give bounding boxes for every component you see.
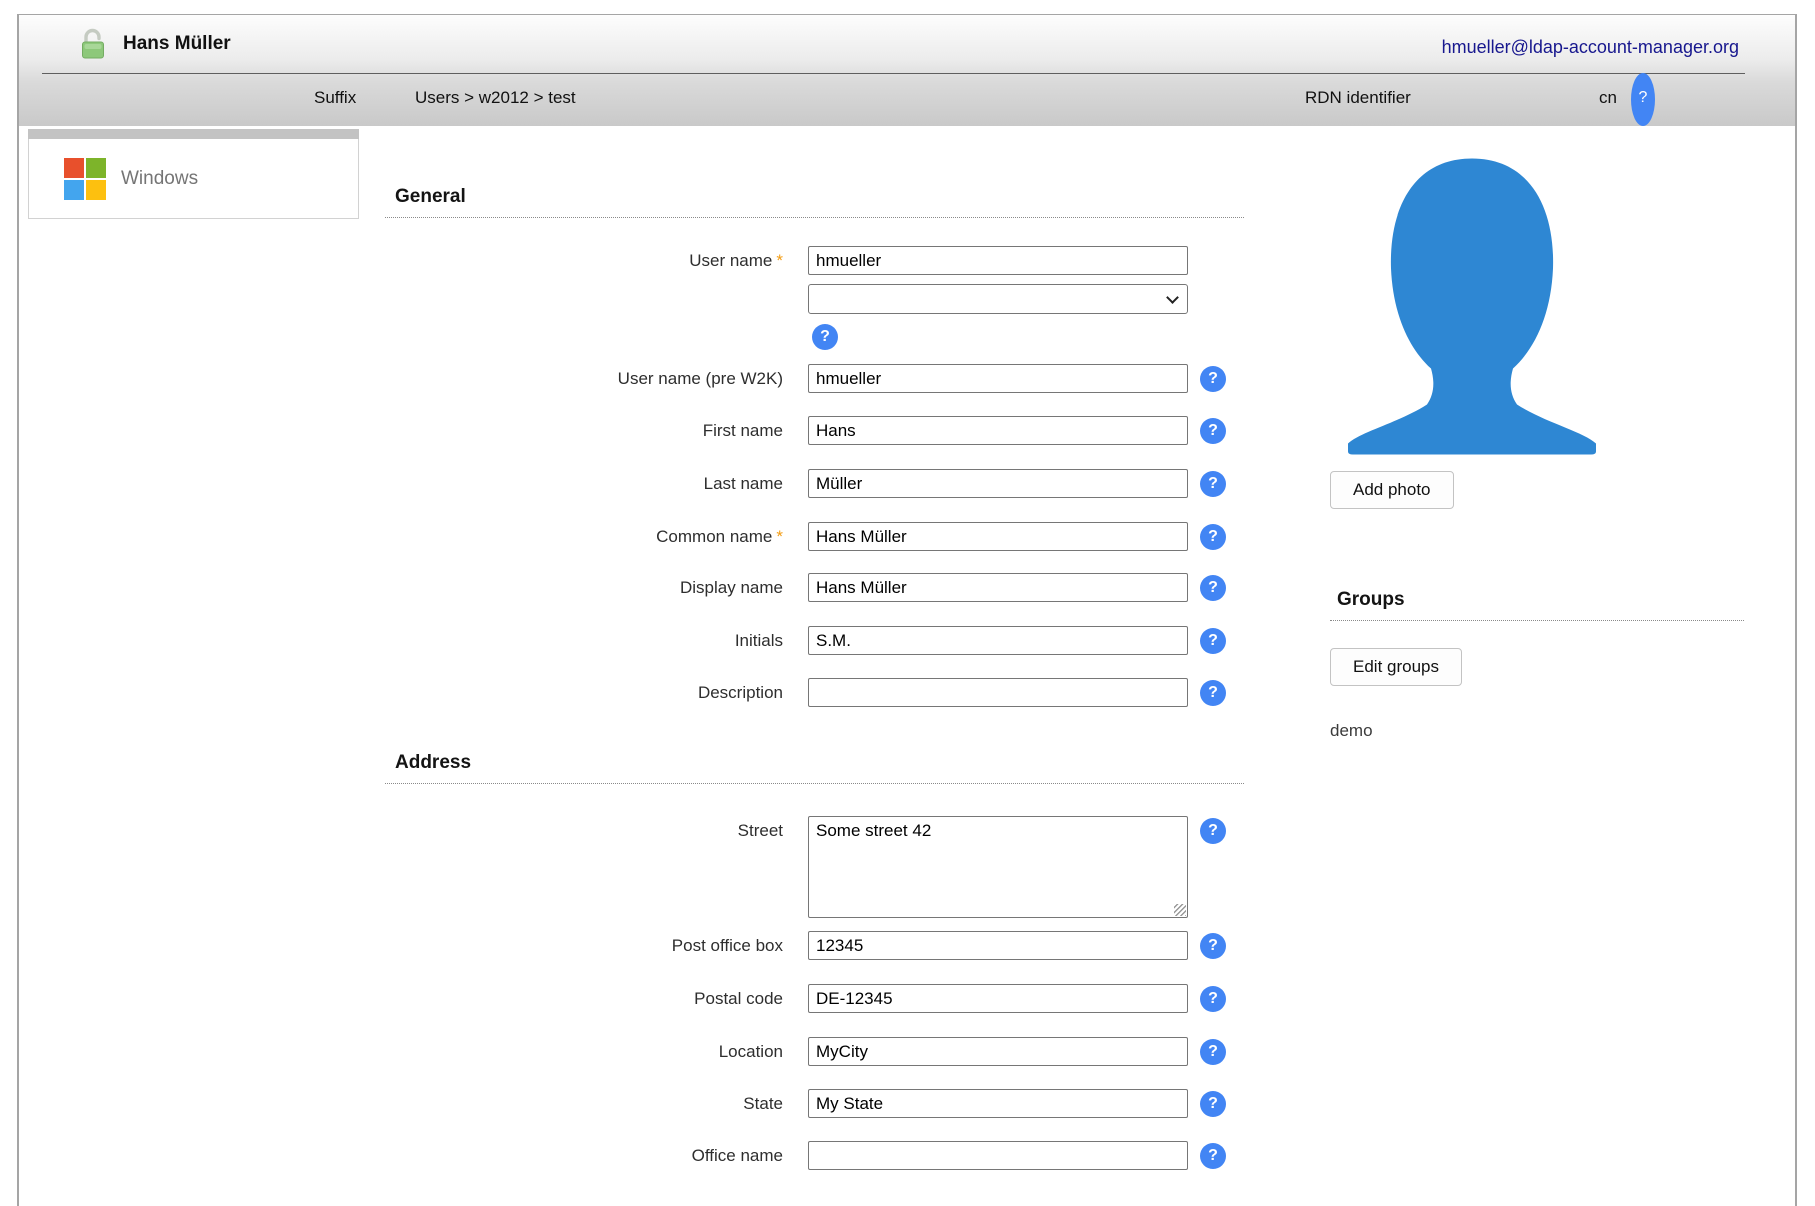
tab-windows-label: Windows xyxy=(121,168,198,190)
description-input[interactable] xyxy=(808,678,1188,707)
section-address-heading: Address xyxy=(385,752,1244,784)
state-help-icon[interactable]: ? xyxy=(1200,1091,1226,1117)
user-name-pre-w2k-help-icon[interactable]: ? xyxy=(1200,366,1226,392)
description-label: Description xyxy=(19,678,783,708)
user-name-pre-w2k-input[interactable] xyxy=(808,364,1188,393)
page-title: Hans Müller xyxy=(123,15,231,73)
description-help-icon[interactable]: ? xyxy=(1200,680,1226,706)
field-row-last-name: Last name ? xyxy=(19,469,1249,499)
office-name-help-icon[interactable]: ? xyxy=(1200,1143,1226,1169)
chevron-down-icon xyxy=(1166,291,1179,304)
field-row-common-name: Common name* ? xyxy=(19,522,1249,552)
field-row-location: Location ? xyxy=(19,1037,1249,1067)
common-name-input[interactable] xyxy=(808,522,1188,551)
field-row-user-name-pre-w2k: User name (pre W2K) ? xyxy=(19,364,1249,394)
title-row: Hans Müller hmueller@ldap-account-manage… xyxy=(19,15,1795,73)
edit-groups-button[interactable]: Edit groups xyxy=(1330,648,1462,686)
rdn-help-icon[interactable]: ? xyxy=(1631,73,1655,126)
office-name-label: Office name xyxy=(19,1141,783,1171)
field-row-user-name-select xyxy=(19,284,1249,314)
suffix-bar: Suffix Users > w2012 > test RDN identifi… xyxy=(19,73,1795,126)
state-label: State xyxy=(19,1089,783,1119)
first-name-input[interactable] xyxy=(808,416,1188,445)
display-name-help-icon[interactable]: ? xyxy=(1200,575,1226,601)
header: Hans Müller hmueller@ldap-account-manage… xyxy=(19,15,1795,126)
account-email-link[interactable]: hmueller@ldap-account-manager.org xyxy=(1442,15,1739,79)
initials-label: Initials xyxy=(19,626,783,656)
field-row-first-name: First name ? xyxy=(19,416,1249,446)
add-photo-button[interactable]: Add photo xyxy=(1330,471,1454,509)
post-office-box-input[interactable] xyxy=(808,931,1188,960)
last-name-help-icon[interactable]: ? xyxy=(1200,471,1226,497)
field-row-display-name: Display name ? xyxy=(19,573,1249,603)
account-editor-window: Hans Müller hmueller@ldap-account-manage… xyxy=(17,14,1797,1206)
username-select[interactable] xyxy=(808,284,1188,314)
groups-heading: Groups xyxy=(1330,589,1744,621)
initials-input[interactable] xyxy=(808,626,1188,655)
user-name-input[interactable] xyxy=(808,246,1188,275)
display-name-input[interactable] xyxy=(808,573,1188,602)
field-row-user-name-help: ? xyxy=(19,324,1249,354)
location-label: Location xyxy=(19,1037,783,1067)
street-help-icon[interactable]: ? xyxy=(1200,818,1226,844)
first-name-label: First name xyxy=(19,416,783,446)
user-name-help-icon[interactable]: ? xyxy=(812,324,838,350)
last-name-input[interactable] xyxy=(808,469,1188,498)
postal-code-input[interactable] xyxy=(808,984,1188,1013)
common-name-help-icon[interactable]: ? xyxy=(1200,524,1226,550)
field-row-office-name: Office name ? xyxy=(19,1141,1249,1171)
field-row-state: State ? xyxy=(19,1089,1249,1119)
rdn-identifier-label: RDN identifier xyxy=(1305,73,1411,126)
street-textarea[interactable]: Some street 42 xyxy=(808,816,1188,918)
required-mark: * xyxy=(772,527,783,546)
user-avatar-placeholder-icon xyxy=(1337,153,1607,456)
group-member-demo: demo xyxy=(1330,721,1373,741)
postal-code-help-icon[interactable]: ? xyxy=(1200,986,1226,1012)
display-name-label: Display name xyxy=(19,573,783,603)
location-input[interactable] xyxy=(808,1037,1188,1066)
unlocked-padlock-icon xyxy=(80,28,106,65)
field-row-initials: Initials ? xyxy=(19,626,1249,656)
initials-help-icon[interactable]: ? xyxy=(1200,628,1226,654)
field-row-description: Description ? xyxy=(19,678,1249,708)
textarea-resize-grip[interactable] xyxy=(1174,904,1186,916)
field-row-user-name: User name* xyxy=(19,246,1249,276)
windows-logo-icon xyxy=(64,158,106,200)
field-row-postal-code: Postal code ? xyxy=(19,984,1249,1014)
user-name-pre-w2k-label: User name (pre W2K) xyxy=(19,364,783,394)
common-name-label: Common name* xyxy=(19,522,783,552)
location-help-icon[interactable]: ? xyxy=(1200,1039,1226,1065)
active-tab-indicator xyxy=(28,129,359,139)
street-label: Street xyxy=(19,816,783,846)
required-mark: * xyxy=(772,251,783,270)
state-input[interactable] xyxy=(808,1089,1188,1118)
user-name-label: User name* xyxy=(19,246,783,276)
field-row-post-office-box: Post office box ? xyxy=(19,931,1249,961)
suffix-label: Suffix xyxy=(314,73,356,126)
post-office-box-help-icon[interactable]: ? xyxy=(1200,933,1226,959)
postal-code-label: Postal code xyxy=(19,984,783,1014)
suffix-value: Users > w2012 > test xyxy=(415,73,576,126)
rdn-identifier-value: cn xyxy=(1599,73,1617,126)
first-name-help-icon[interactable]: ? xyxy=(1200,418,1226,444)
last-name-label: Last name xyxy=(19,469,783,499)
section-general-heading: General xyxy=(385,186,1244,218)
office-name-input[interactable] xyxy=(808,1141,1188,1170)
post-office-box-label: Post office box xyxy=(19,931,783,961)
tab-windows[interactable]: Windows xyxy=(28,139,359,219)
field-row-street: Street Some street 42 ? xyxy=(19,816,1249,920)
